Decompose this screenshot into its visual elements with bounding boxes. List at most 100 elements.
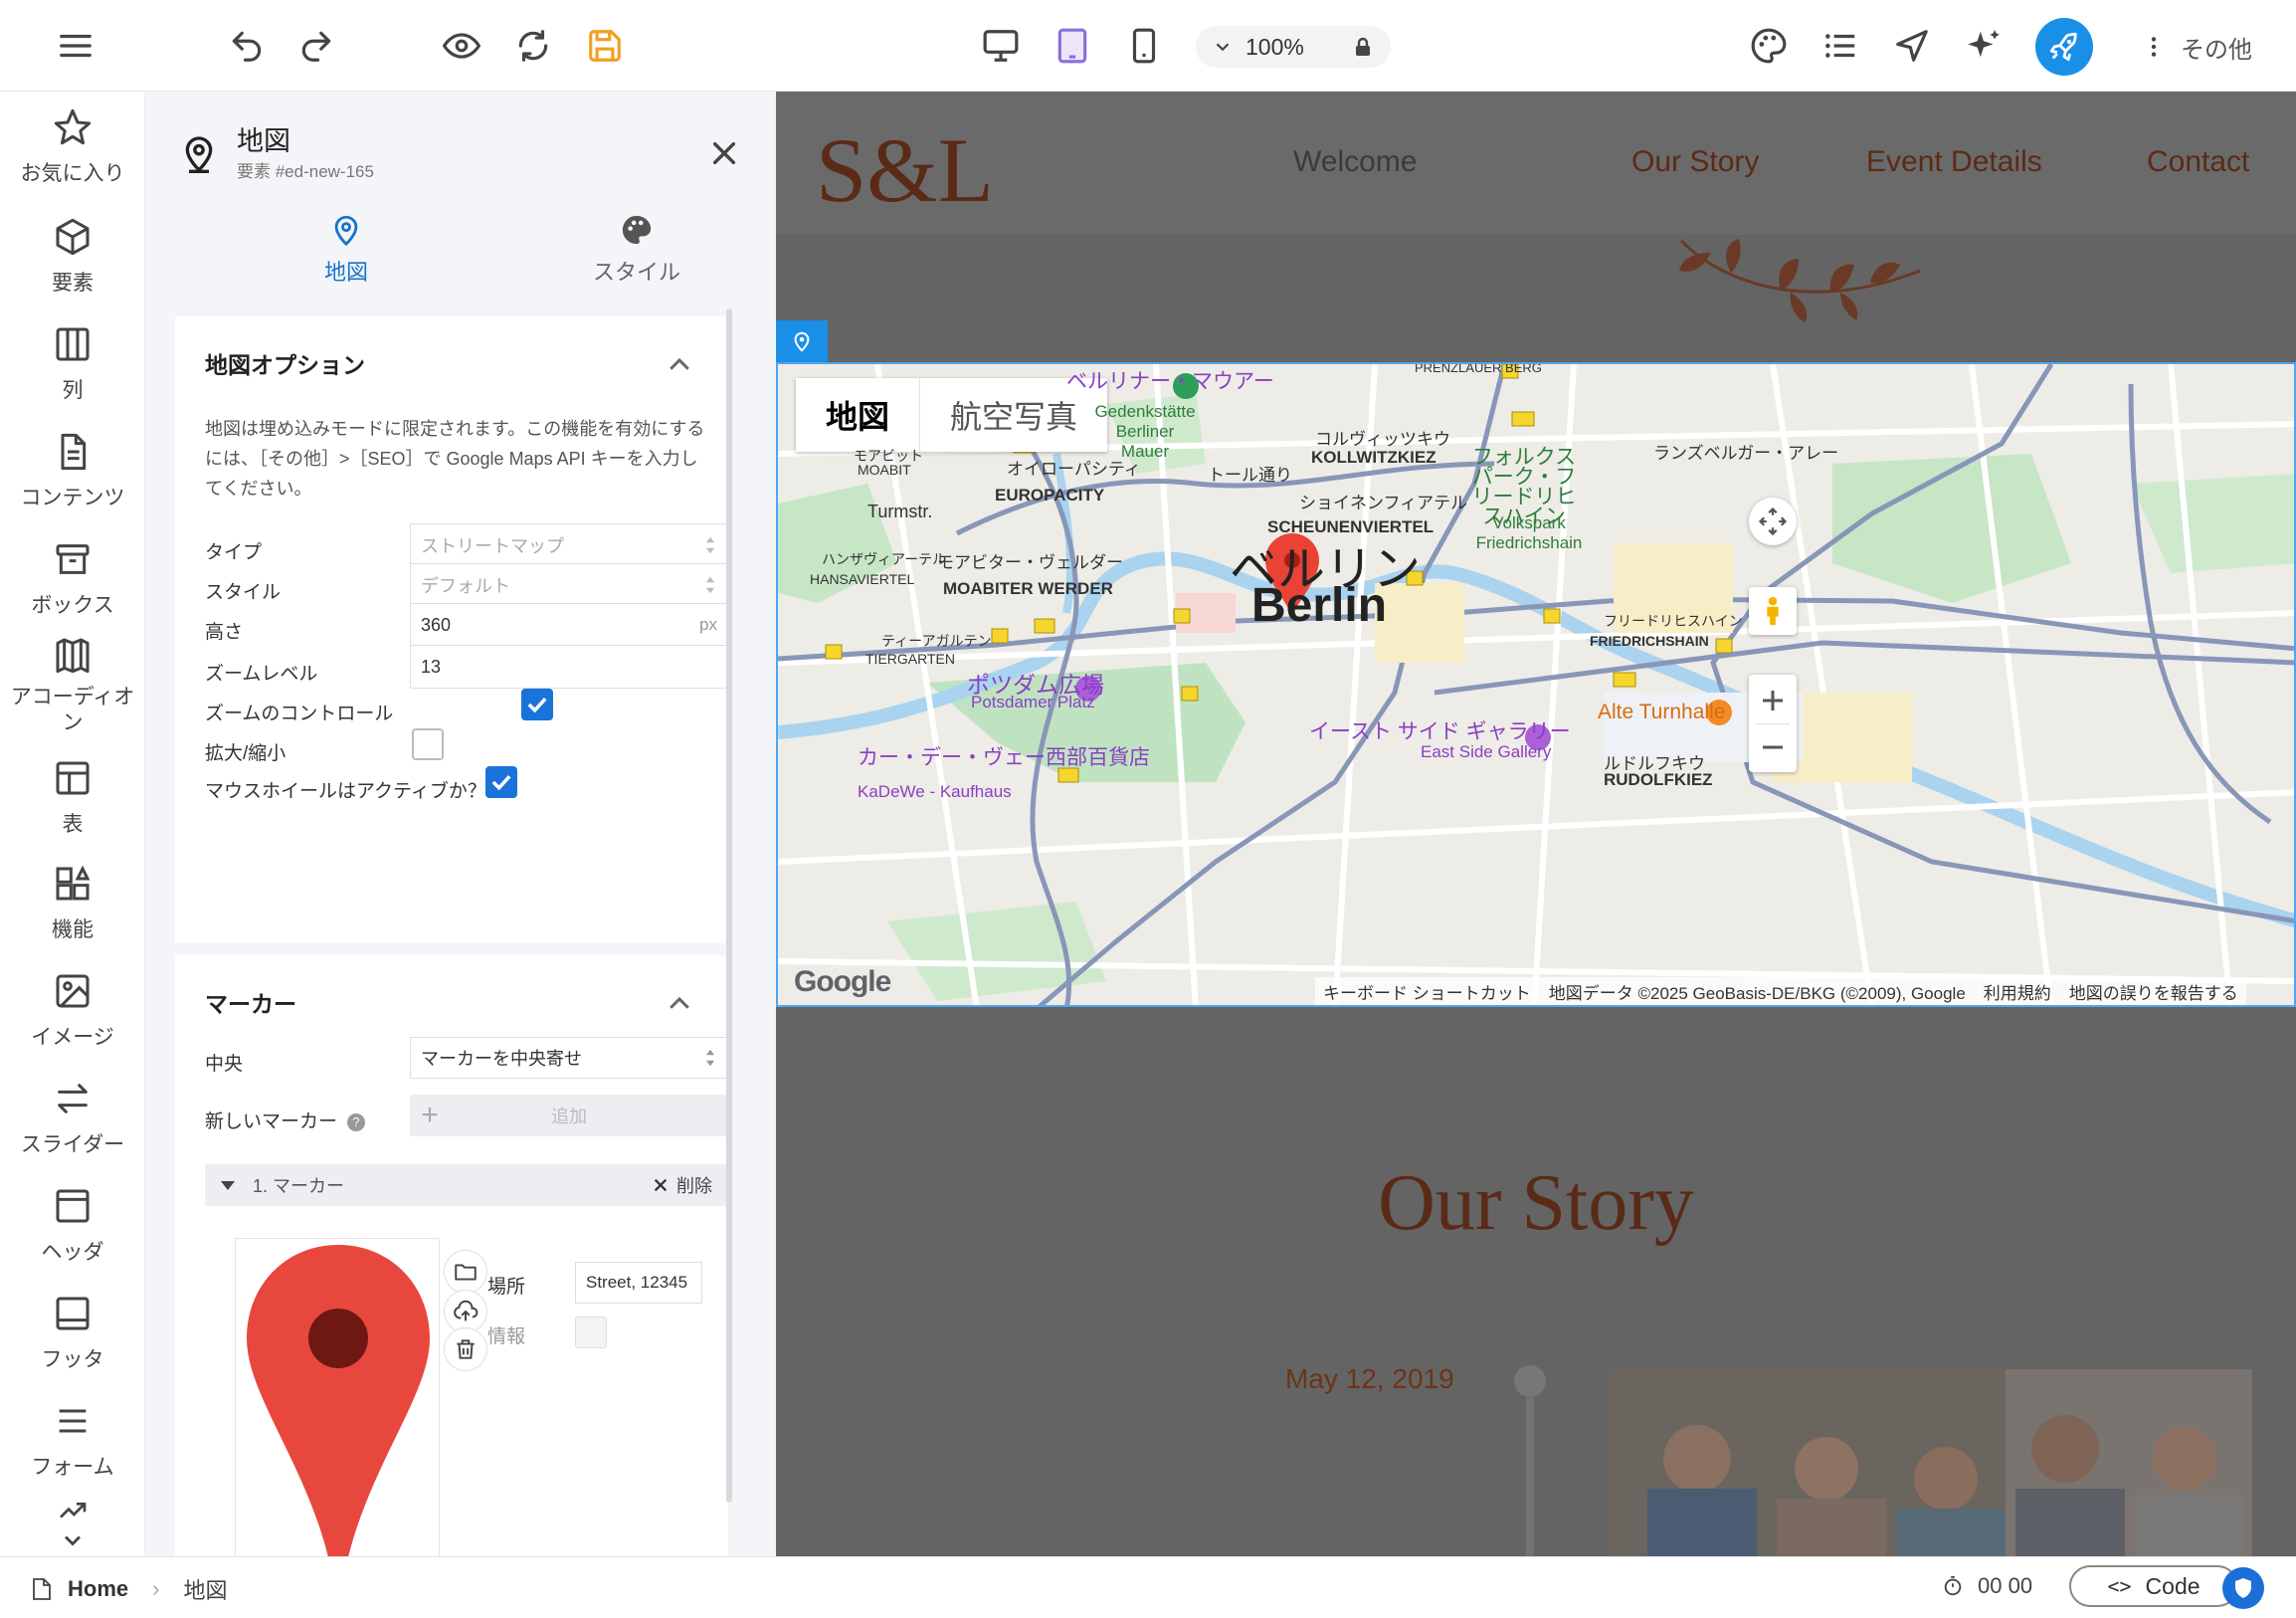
mouse-wheel-label: マウスホイールはアクティブか？ [205, 781, 486, 802]
ai-sparkle-icon[interactable] [1960, 22, 2008, 70]
rail-label: スライダー [20, 1133, 125, 1156]
shield-icon [2235, 1578, 2251, 1598]
rail-item-slider[interactable]: スライダー [0, 1079, 145, 1158]
rail-item-header[interactable]: ヘッダ [0, 1186, 145, 1266]
tab-style[interactable]: スタイル [537, 213, 736, 287]
rail-item-accordion[interactable]: アコーディオン [0, 635, 145, 736]
palette-icon[interactable] [1745, 22, 1793, 70]
chevron-up-icon[interactable] [665, 989, 694, 1019]
rail-item-form[interactable]: フォーム [0, 1401, 145, 1481]
map-element-tag[interactable] [776, 320, 828, 362]
rail-item-columns[interactable]: 列 [0, 324, 145, 404]
tab-map[interactable]: 地図 [247, 213, 446, 287]
map-fullscreen-button[interactable] [1749, 498, 1797, 545]
more-menu-button[interactable]: その他 [2141, 26, 2252, 68]
checkmark-icon [491, 774, 511, 791]
rail-label: フォーム [31, 1456, 114, 1479]
keyboard-shortcuts-link[interactable]: キーボード ショートカット [1323, 979, 1531, 1004]
map-label-bernauer-de: Gedenkstätte Berliner Mauer [1094, 402, 1196, 461]
rail-label: お気に入り [20, 162, 125, 185]
publish-rocket-button[interactable] [2035, 18, 2093, 76]
info-label: 情報 [487, 1326, 526, 1347]
map-type-toggle[interactable]: 地図 航空写真 [796, 378, 1108, 452]
nav-link-our-story[interactable]: Our Story [1631, 145, 1759, 179]
mobile-view-icon[interactable] [1120, 22, 1168, 70]
breadcrumb-current[interactable]: 地図 [183, 1573, 227, 1605]
zoom-controls-checkbox[interactable] [521, 689, 553, 720]
marker-item-1[interactable]: 1. マーカー 削除 [205, 1164, 728, 1206]
report-error-link[interactable]: 地図の誤りを報告する [2069, 979, 2238, 1004]
page-icon [33, 1578, 51, 1600]
security-shield-button[interactable] [2222, 1567, 2264, 1609]
style-select[interactable]: デフォルト [410, 563, 728, 607]
undo-icon[interactable] [223, 22, 271, 70]
story-photo[interactable] [1608, 1369, 2252, 1556]
refresh-icon[interactable] [509, 22, 557, 70]
center-value: マーカーを中央寄せ [421, 1049, 582, 1069]
rail-item-image[interactable]: イメージ [0, 971, 145, 1051]
add-label: 追加 [551, 1107, 587, 1126]
zoom-in-icon[interactable] [1758, 686, 1788, 715]
rail-label: 列 [62, 379, 84, 402]
zoom-level-input[interactable]: 13 [410, 645, 728, 689]
nav-link-welcome[interactable]: Welcome [1293, 145, 1417, 179]
rail-item-content[interactable]: コンテンツ [0, 432, 145, 511]
features-icon [56, 865, 91, 901]
location-input[interactable]: Street, 12345 [575, 1262, 702, 1304]
expand-triangle-icon[interactable] [221, 1180, 235, 1190]
height-input[interactable]: 360 px [410, 603, 728, 647]
redo-icon[interactable] [292, 22, 340, 70]
rail-item-footer[interactable]: フッタ [0, 1294, 145, 1373]
height-unit: px [699, 615, 717, 634]
fullscreen-arrows-icon [1758, 506, 1788, 536]
site-logo[interactable]: S&L [816, 117, 994, 223]
map-label-volkspark: Volkspark Friedrichshain [1475, 513, 1583, 552]
info-checkbox[interactable] [575, 1316, 607, 1348]
preview-eye-icon[interactable] [438, 22, 485, 70]
street-view-pegman-button[interactable] [1749, 587, 1797, 635]
code-view-button[interactable]: <> Code [2069, 1565, 2238, 1607]
add-marker-button[interactable]: + 追加 [410, 1095, 728, 1136]
google-map-embed[interactable]: 地図 航空写真 ベルリナー・マウアー Gedenkstätte Berliner… [776, 362, 2296, 1007]
lock-icon[interactable] [1351, 35, 1375, 59]
tablet-view-icon[interactable] [1049, 22, 1096, 70]
help-icon[interactable]: ? [347, 1112, 366, 1131]
map-attribution: キーボード ショートカット 地図データ ©2025 GeoBasis-DE/BK… [1315, 977, 2246, 1005]
nav-link-event-details[interactable]: Event Details [1866, 145, 2042, 179]
map-type-map[interactable]: 地図 [796, 378, 921, 452]
rail-item-elements[interactable]: 要素 [0, 217, 145, 297]
desktop-view-icon[interactable] [977, 22, 1025, 70]
navigation-arrow-icon[interactable] [1888, 22, 1936, 70]
close-icon[interactable] [708, 137, 740, 169]
delete-marker-button[interactable]: 削除 [653, 1172, 712, 1198]
terms-link[interactable]: 利用規約 [1984, 979, 2051, 1004]
center-select[interactable]: マーカーを中央寄せ [410, 1037, 728, 1079]
list-icon[interactable] [1817, 22, 1864, 70]
rail-item-box[interactable]: ボックス [0, 539, 145, 619]
nav-link-contact[interactable]: Contact [2147, 145, 2249, 179]
rail-scroll-more[interactable] [0, 1495, 145, 1564]
rail-item-features[interactable]: 機能 [0, 864, 145, 943]
height-value: 360 [421, 614, 452, 635]
zoom-out-icon[interactable] [1758, 732, 1788, 762]
element-rail: お気に入り 要素 列 コンテンツ ボックス アコーディオン 表 機能 イメージ … [0, 92, 145, 1556]
mouse-wheel-checkbox[interactable] [485, 766, 517, 798]
pinch-zoom-checkbox[interactable] [412, 728, 444, 760]
map-label-turmstr: Turmstr. [867, 502, 933, 521]
panel-scrollbar[interactable] [726, 308, 732, 1503]
rail-item-favorites[interactable]: お気に入り [0, 107, 145, 187]
x-icon [654, 1178, 668, 1192]
type-select[interactable]: ストリートマップ [410, 523, 728, 567]
chevron-up-icon[interactable] [665, 350, 694, 380]
rail-item-table[interactable]: 表 [0, 758, 145, 838]
google-logo[interactable]: Google [794, 965, 891, 999]
delete-image-button[interactable] [444, 1327, 487, 1371]
browse-image-button[interactable] [444, 1250, 487, 1294]
hamburger-menu-icon[interactable] [52, 22, 99, 70]
map-label-friedrichshain-ja: フリードリヒスハイン [1604, 613, 1743, 629]
breadcrumb-home[interactable]: Home [68, 1576, 128, 1602]
zoom-selector[interactable]: 100% [1196, 26, 1391, 68]
save-icon[interactable] [581, 22, 629, 70]
site-navbar: S&L Welcome Our Story Event Details Cont… [776, 92, 2296, 235]
top-toolbar: 100% その他 [0, 0, 2296, 92]
